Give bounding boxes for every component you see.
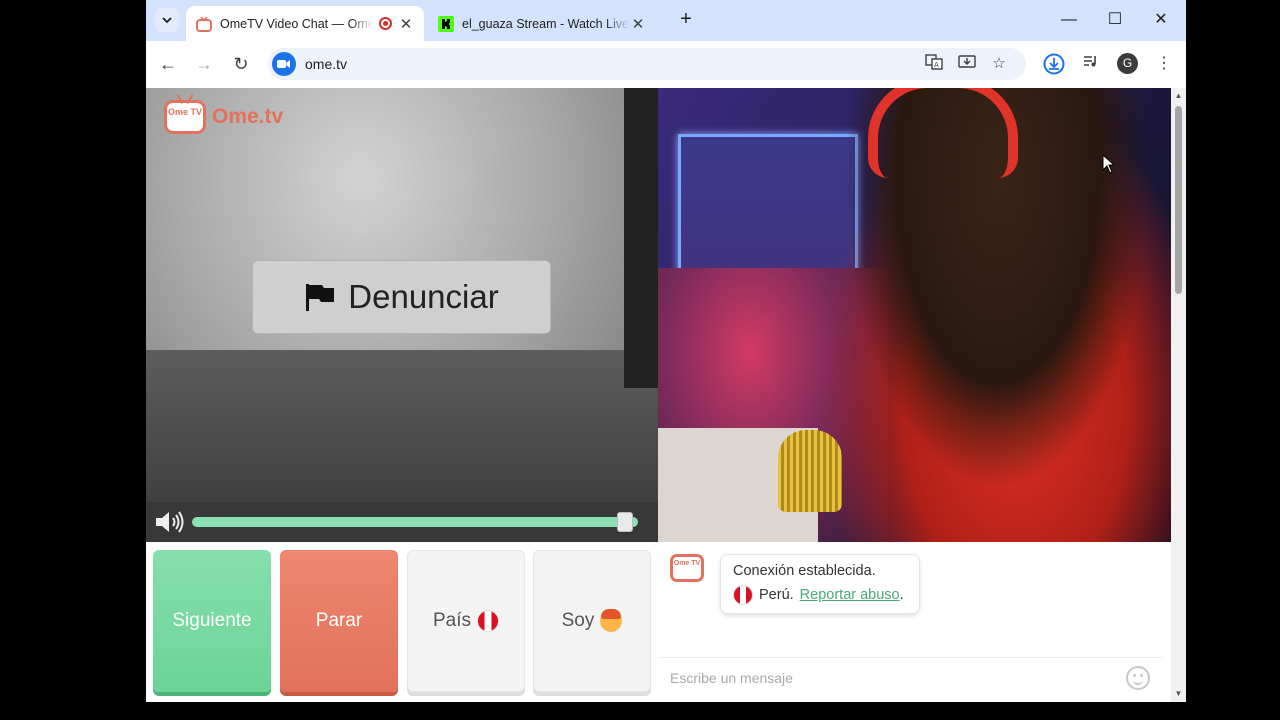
chat-panel: Ome TV Conexión establecida. Perú. Repor… [658, 542, 1171, 702]
volume-slider-handle[interactable] [617, 512, 633, 532]
chevron-down-icon [162, 16, 172, 23]
local-video: Ome TV Ome.tv Denunciar [146, 88, 658, 502]
control-buttons: Siguiente Parar País Soy [146, 542, 658, 702]
tab-title: el_guaza Stream - Watch Live o [462, 16, 630, 31]
gender-button-label: Soy [561, 610, 595, 631]
tab-close-icon[interactable]: ✕ [398, 15, 414, 33]
new-tab-button[interactable]: + [674, 8, 698, 32]
svg-text:A: A [934, 61, 939, 69]
emoji-icon[interactable] [1126, 666, 1150, 690]
stop-button-label: Parar [315, 610, 363, 631]
translate-icon[interactable]: A [923, 54, 945, 74]
ometv-chat-avatar-icon: Ome TV [670, 554, 704, 582]
site-info-icon[interactable] [272, 52, 296, 76]
country-button-label: País [432, 610, 472, 631]
ometv-favicon-icon [196, 15, 212, 32]
recording-icon [379, 17, 392, 30]
tab-title: OmeTV Video Chat — Ome [220, 16, 373, 31]
kebab-menu-icon[interactable]: ⋮ [1153, 53, 1175, 75]
report-suffix: . [899, 587, 904, 603]
tab-close-icon[interactable]: ✕ [630, 15, 646, 33]
ometv-page: Ome TV Ome.tv Denunciar ▲ ▼ Siguiente Pa… [146, 88, 1186, 702]
message-input[interactable] [670, 668, 1110, 688]
ometv-logo: Ome TV Ome.tv [164, 100, 283, 134]
peru-flag-icon [477, 610, 500, 632]
next-button[interactable]: Siguiente [153, 550, 271, 692]
browser-window: OmeTV Video Chat — Ome ✕ el_guaza Stream… [146, 0, 1186, 702]
address-bar[interactable]: ome.tv A ☆ [268, 48, 1026, 80]
reload-icon[interactable]: ↻ [229, 51, 253, 77]
boy-face-icon [600, 609, 623, 632]
local-video-scene [624, 88, 658, 388]
browser-toolbar: ← → ↻ ome.tv A ☆ G ⋮ [146, 41, 1186, 88]
connection-status: Conexión establecida. [733, 563, 876, 579]
scrollbar-thumb[interactable] [1175, 106, 1182, 294]
minimize-icon[interactable]: — [1046, 8, 1092, 32]
url-text: ome.tv [305, 56, 348, 72]
tab-ometv[interactable]: OmeTV Video Chat — Ome ✕ [186, 6, 424, 41]
message-composer [658, 657, 1163, 696]
logo-text: Ome.tv [212, 105, 284, 128]
forward-icon[interactable]: → [192, 51, 216, 77]
media-controls-icon[interactable] [1080, 53, 1102, 75]
stop-button[interactable]: Parar [280, 550, 398, 692]
remote-video-microphone [778, 430, 842, 512]
volume-slider[interactable] [192, 517, 638, 527]
close-icon[interactable]: ✕ [1138, 8, 1184, 32]
ometv-logo-icon: Ome TV [164, 100, 206, 134]
remote-video-scene [868, 88, 1018, 178]
tab-strip: OmeTV Video Chat — Ome ✕ el_guaza Stream… [146, 0, 1186, 41]
partner-country: Perú. [759, 587, 794, 603]
scroll-down-icon[interactable]: ▼ [1174, 690, 1183, 698]
downloads-icon[interactable] [1043, 53, 1065, 75]
peru-flag-icon [733, 585, 753, 605]
bookmark-star-icon[interactable]: ☆ [988, 54, 1010, 74]
flag-icon [306, 284, 335, 311]
tab-search-button[interactable] [155, 8, 179, 32]
mouse-cursor-icon [1102, 154, 1116, 174]
kick-favicon-icon [438, 15, 454, 32]
install-app-icon[interactable] [956, 54, 978, 74]
volume-bar [146, 502, 658, 542]
volume-icon[interactable] [154, 510, 186, 534]
profile-avatar[interactable]: G [1117, 53, 1138, 74]
scroll-up-icon[interactable]: ▲ [1174, 92, 1183, 100]
back-icon[interactable]: ← [156, 51, 180, 77]
remote-video [658, 88, 1171, 542]
local-video-scene [146, 350, 658, 502]
gender-button[interactable]: Soy [533, 550, 651, 692]
next-button-label: Siguiente [172, 610, 252, 631]
report-abuse-link[interactable]: Reportar abuso [800, 587, 900, 603]
report-button-label: Denunciar [348, 278, 499, 315]
maximize-icon[interactable]: ☐ [1092, 8, 1138, 32]
country-button[interactable]: País [407, 550, 525, 692]
tab-kick-stream[interactable]: el_guaza Stream - Watch Live o ✕ [428, 6, 656, 41]
report-button[interactable]: Denunciar [252, 260, 551, 334]
system-message: Conexión establecida. Perú. Reportar abu… [720, 554, 920, 614]
page-scrollbar[interactable]: ▲ ▼ [1171, 88, 1186, 702]
